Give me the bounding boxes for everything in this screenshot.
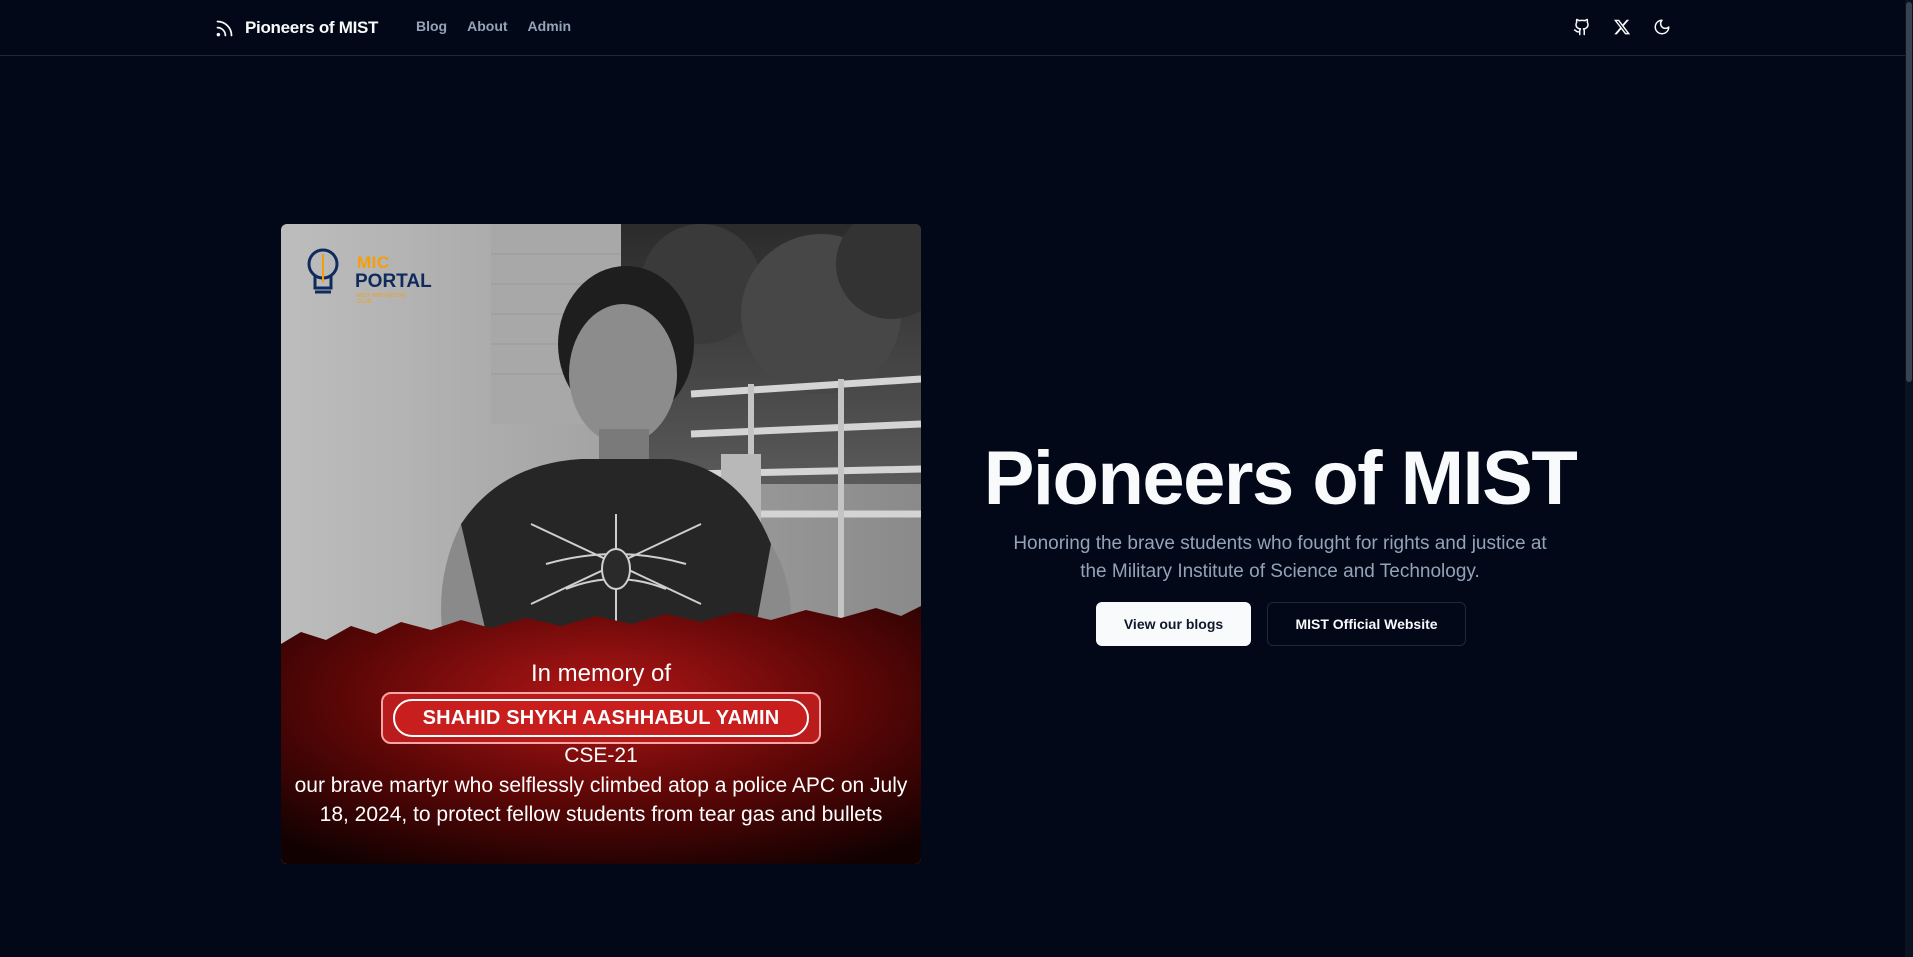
rss-icon — [216, 20, 233, 36]
header-actions — [1570, 14, 1674, 40]
main-nav: Blog About Admin — [416, 18, 571, 34]
martyr-name: SHAHID SHYKH AASHHABUL YAMIN — [393, 699, 809, 737]
nav-link-blog[interactable]: Blog — [416, 18, 447, 34]
batch-label: CSE-21 — [564, 744, 638, 767]
moon-icon — [1654, 19, 1670, 35]
brand-name: Pioneers of MIST — [245, 18, 379, 37]
logo-line-2: PORTAL — [355, 271, 432, 292]
tribute-text: our brave martyr who selflessly climbed … — [294, 774, 908, 826]
theme-toggle-button[interactable] — [1650, 14, 1674, 40]
site-header: Pioneers of MIST Blog About Admin — [0, 0, 1905, 56]
nav-link-about[interactable]: About — [467, 18, 507, 34]
mic-portal-logo: MIC PORTAL MIST INNOVATION CLUB — [301, 238, 432, 308]
in-memory-label: In memory of — [530, 660, 672, 687]
scrollbar-thumb[interactable] — [1906, 2, 1912, 382]
brand-link[interactable]: Pioneers of MIST — [214, 15, 378, 41]
page-scrollbar[interactable] — [1905, 0, 1913, 957]
memorial-image: MIC PORTAL MIST INNOVATION CLUB In memor… — [281, 224, 921, 864]
logo-line-3: MIST INNOVATION CLUB — [357, 293, 406, 305]
view-blogs-button[interactable]: View our blogs — [1096, 602, 1251, 646]
mist-website-button[interactable]: MIST Official Website — [1267, 602, 1466, 646]
github-link[interactable] — [1570, 14, 1594, 40]
hero-subtitle: Honoring the brave students who fought f… — [1013, 533, 1547, 582]
name-plate: SHAHID SHYKH AASHHABUL YAMIN — [381, 692, 821, 744]
x-twitter-icon — [1613, 19, 1631, 35]
hero-title: Pioneers of MIST — [983, 436, 1578, 521]
nav-link-admin[interactable]: Admin — [528, 18, 572, 34]
x-twitter-link[interactable] — [1610, 14, 1634, 40]
logo-line-1: MIC — [357, 253, 390, 272]
github-icon — [1573, 18, 1589, 36]
memorial-photo — [281, 224, 921, 864]
